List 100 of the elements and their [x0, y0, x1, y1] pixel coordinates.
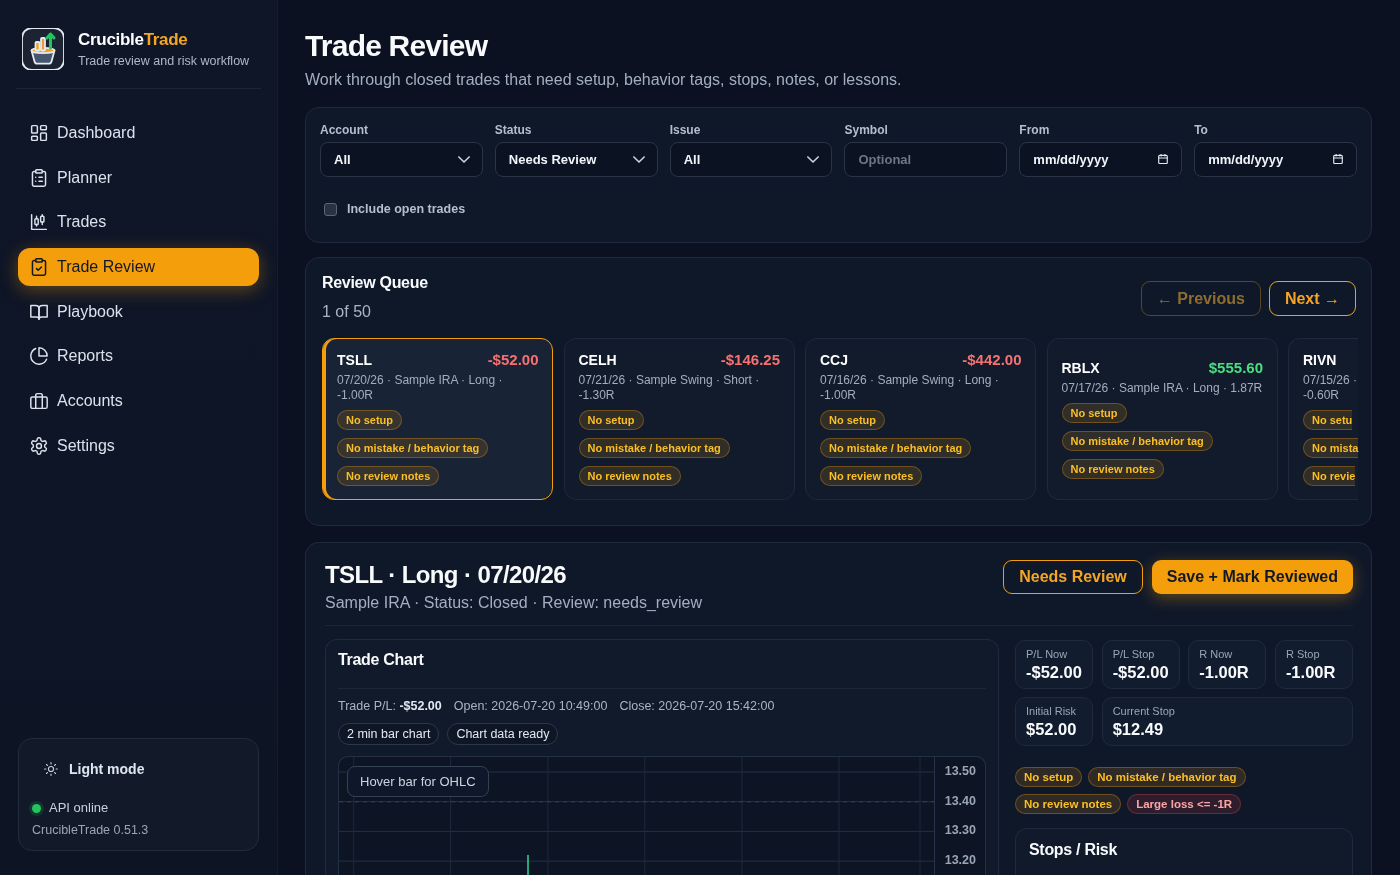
ticker-symbol: RBLX [1061, 358, 1100, 377]
stat-label: Initial Risk [1026, 705, 1078, 718]
nav-item[interactable]: Trade Review [18, 248, 259, 287]
issue-tag: Large loss <= -1R [1127, 794, 1242, 814]
calendar-icon [1333, 154, 1343, 164]
issue-tag: No setu [1303, 410, 1353, 430]
pnl-value: -$52.00 [487, 351, 539, 369]
stat-label: R Now [1199, 648, 1234, 661]
checkbox[interactable] [324, 202, 337, 216]
trade-subtitle: Sample IRA · Status: Closed · Review: needs_review [325, 593, 703, 613]
clipboard-check-icon [30, 258, 48, 277]
pnl-value: $555.60 [1208, 358, 1263, 377]
mark-status-button[interactable]: Needs Review [1003, 560, 1143, 594]
chevron-down-icon [457, 156, 470, 163]
queue-position: 1 of 50 [322, 302, 372, 322]
stat-label: Current Stop [1112, 705, 1176, 718]
nav-item[interactable]: Settings [18, 426, 259, 465]
card-title: Stops / Risk [1029, 840, 1118, 860]
issue-tag: No review notes [337, 466, 440, 486]
axis-label: 13.40 [943, 792, 976, 810]
chart-tag: 2 min bar chart [338, 723, 440, 745]
trade-card[interactable]: CCJ -$442.00 07/16/26 · Sample Swing · Long · -1.00R No setup No mistake / behavior tag No review notes [805, 338, 1036, 500]
save-button[interactable]: Save + Mark Reviewed [1151, 560, 1353, 594]
stat-value: -1.00R [1199, 662, 1250, 682]
candlestick-chart-icon [30, 213, 48, 232]
briefcase-icon [30, 392, 48, 411]
issue-tag: No review notes [1015, 794, 1122, 814]
nav-item[interactable]: Trades [18, 203, 259, 242]
stat-value: -1.00R [1285, 662, 1337, 682]
book-icon [30, 302, 48, 321]
stat-value: -$52.00 [1112, 662, 1169, 682]
checkbox-label: Include open trades [347, 201, 466, 217]
stat-label: R Stop [1285, 648, 1321, 661]
chart-tooltip: Hover bar for OHLC [347, 766, 489, 797]
chevron-down-icon [632, 156, 645, 163]
nav-item[interactable]: Playbook [18, 292, 259, 331]
field-label: To [1194, 122, 1209, 138]
trade-info: Close: 2026-07-20 15:42:00 [619, 698, 775, 714]
trade-info: Open: 2026-07-20 10:49:00 [453, 698, 608, 714]
axis-label: 13.20 [943, 852, 976, 870]
chevron-down-icon [807, 156, 820, 163]
theme-toggle-button[interactable]: Light mode [32, 752, 157, 786]
field-label: Status [494, 122, 533, 138]
trade-card[interactable]: TSLL -$52.00 07/20/26 · Sample IRA · Long · -1.00R No setup No mistake / behavior tag No review notes [322, 338, 553, 500]
stat-label: P/L Now [1026, 648, 1069, 661]
nav-item[interactable]: Reports [18, 337, 259, 376]
pnl-value: -$442.00 [962, 351, 1022, 369]
trade-title: TSLL · Long · 07/20/26 [325, 561, 568, 589]
section-title: Review Queue [322, 273, 428, 293]
field-label: From [1019, 122, 1051, 138]
axis-label: 13.30 [943, 822, 976, 840]
trade-meta: 07/20/26 · Sample IRA · Long · -1.00R [337, 373, 504, 403]
text-field[interactable]: Optional [844, 142, 1008, 177]
issue-tag: No mistake / behavior tag [820, 438, 972, 458]
clipboard-list-icon [30, 168, 48, 187]
card-title: Trade Chart [338, 650, 425, 670]
api-status-text: API online [49, 799, 109, 817]
logo-icon [22, 28, 64, 70]
issue-tag: No mistake / behavior tag [1061, 430, 1213, 451]
version-text: CrucibleTrade 0.51.3 [32, 822, 150, 838]
field-label: Account [320, 122, 369, 138]
date-field[interactable]: mm/dd/yyyy [1019, 142, 1183, 177]
issue-tag: No review notes [820, 466, 923, 486]
ticker-symbol: RIVN [1303, 351, 1337, 369]
trade-meta: 07/17/26 · Sample IRA · Long · 1.87R [1061, 380, 1263, 396]
calendar-icon [1158, 154, 1169, 164]
issue-tag: No mistake / behavior tag [337, 438, 489, 458]
ticker-symbol: TSLL [337, 351, 372, 369]
pnl-value: -$146.25 [720, 351, 780, 369]
page-subtitle: Work through closed trades that need setup, behavior tags, stops, notes, or lessons. [305, 70, 903, 90]
chart-tag: Chart data ready [447, 723, 559, 745]
issue-tag: No mista [1303, 438, 1359, 458]
grid-icon [30, 124, 48, 142]
page-title: Trade Review [305, 28, 489, 64]
stat-value: -$52.00 [1026, 662, 1083, 682]
stat-value: $52.00 [1026, 719, 1078, 739]
dropdown[interactable]: All [320, 142, 483, 177]
stat-label: P/L Stop [1112, 648, 1156, 661]
trade-card[interactable]: CELH -$146.25 07/21/26 · Sample Swing · Short · -1.30R No setup No mistake / behavior tag No review notes [563, 338, 795, 500]
next-button[interactable]: Next → [1268, 281, 1356, 316]
nav-item[interactable]: Accounts [18, 382, 259, 421]
nav-item[interactable]: Planner [18, 158, 259, 197]
ticker-symbol: CCJ [820, 351, 848, 369]
date-field[interactable]: mm/dd/yyyy [1194, 142, 1357, 177]
settings-icon [30, 436, 48, 455]
field-label: Symbol [844, 122, 889, 138]
trade-meta: 07/15/26 · -0.60R [1303, 373, 1359, 403]
stat-value: $12.49 [1112, 719, 1165, 739]
nav-item[interactable]: Dashboard [18, 114, 259, 152]
trade-card[interactable]: RBLX $555.60 07/17/26 · Sample IRA · Long · 1.87R No setup No mistake / behavior tag No review notes [1046, 338, 1278, 500]
issue-tag: No mistake / behavior tag [1088, 767, 1246, 787]
dropdown[interactable]: Needs Review [494, 142, 658, 177]
dropdown[interactable]: All [669, 142, 833, 177]
pie-chart-icon [30, 347, 48, 366]
brand-tagline: Trade review and risk workflow [78, 53, 250, 69]
trade-meta: 07/21/26 · Sample Swing · Short · -1.30R [578, 373, 761, 403]
trade-card[interactable]: RIVN 07/15/26 · -0.60R No setu No mista No revie [1288, 338, 1359, 500]
issue-tag: No setup [1015, 767, 1083, 787]
issue-tag: No setup [337, 410, 403, 430]
issue-tag: No setup [1061, 402, 1127, 423]
